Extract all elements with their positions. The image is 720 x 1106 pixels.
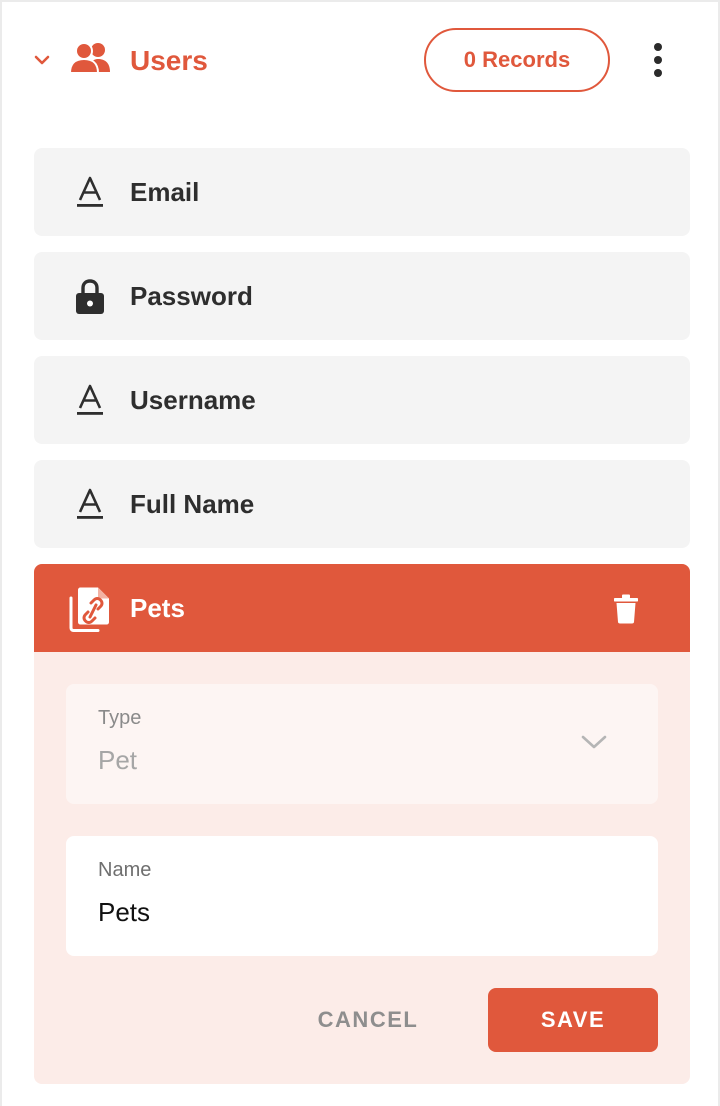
- field-editor-header[interactable]: Pets: [34, 564, 690, 652]
- text-field-icon: [77, 384, 103, 415]
- field-label: Username: [130, 385, 256, 415]
- field-row-email[interactable]: Email: [34, 148, 690, 236]
- field-label: Full Name: [130, 489, 255, 519]
- records-button[interactable]: 0 Records: [424, 28, 610, 92]
- name-input[interactable]: Name Pets: [66, 836, 658, 956]
- text-field-icon: [77, 176, 103, 207]
- relation-document-icon: [69, 587, 109, 632]
- type-label: Type: [98, 707, 142, 729]
- collection-header: Users 0 Records: [0, 0, 720, 120]
- field-label: Email: [130, 177, 200, 207]
- more-vertical-icon[interactable]: [640, 36, 676, 84]
- trash-icon[interactable]: [612, 594, 640, 624]
- chevron-down-icon: [581, 735, 607, 749]
- chevron-down-icon[interactable]: [30, 48, 54, 72]
- field-row-username[interactable]: Username: [34, 356, 690, 444]
- field-label: Password: [130, 281, 253, 311]
- field-editor-title: Pets: [130, 593, 185, 623]
- type-select[interactable]: Type Pet: [66, 684, 658, 804]
- cancel-button[interactable]: CANCEL: [300, 988, 436, 1052]
- field-editor-pets: Pets Type Pet Name Pets CANCEL SAVE: [34, 564, 690, 1084]
- field-row-full-name[interactable]: Full Name: [34, 460, 690, 548]
- name-value[interactable]: Pets: [98, 896, 150, 928]
- text-field-icon: [77, 488, 103, 519]
- name-label: Name: [98, 859, 152, 881]
- collection-title: Users: [130, 45, 208, 76]
- type-value: Pet: [98, 745, 138, 775]
- save-button[interactable]: SAVE: [488, 988, 658, 1052]
- field-row-password[interactable]: Password: [34, 252, 690, 340]
- users-icon: [68, 42, 110, 74]
- lock-icon: [76, 279, 104, 314]
